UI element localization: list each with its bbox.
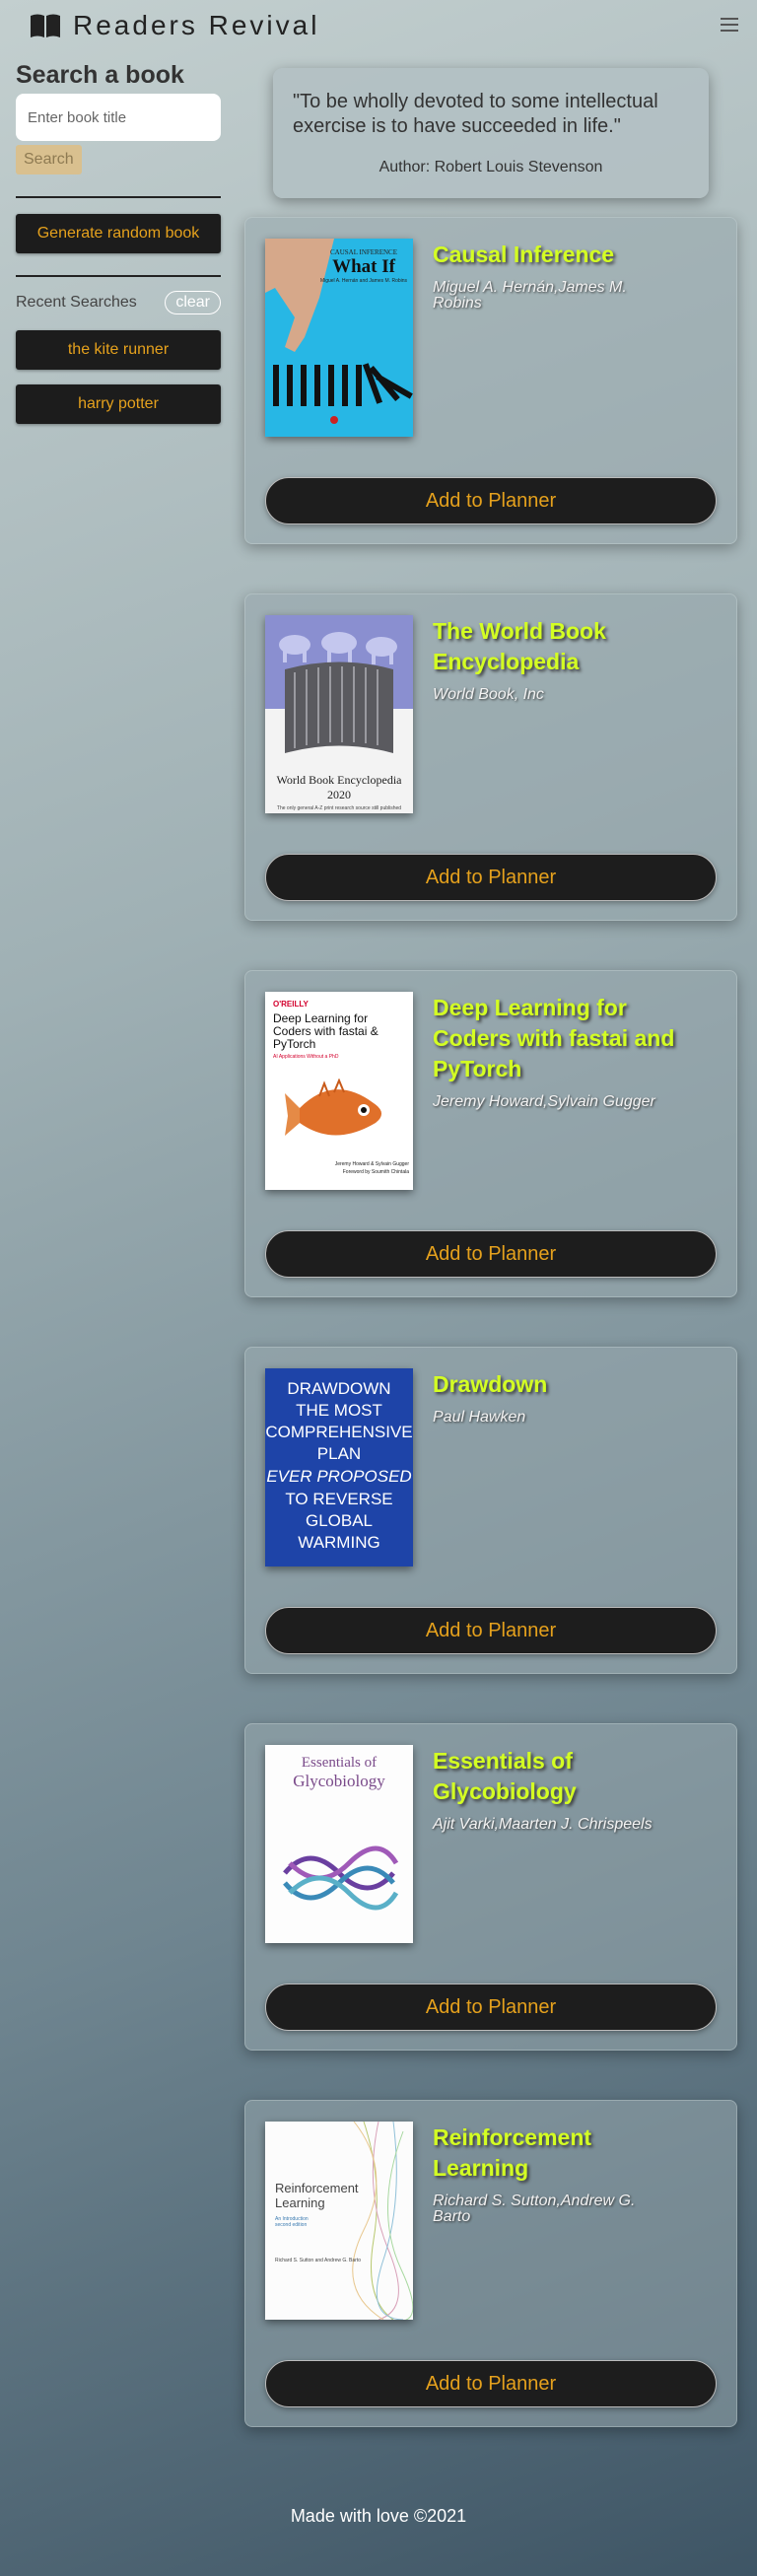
book-authors: Jeremy Howard,Sylvain Gugger (433, 1093, 655, 1110)
open-book-icon[interactable] (30, 13, 61, 38)
book-cover[interactable]: Reinforcement Learning An Introduction s… (265, 2122, 413, 2320)
cover-line: Reinforcement (275, 2181, 359, 2195)
quote-card: "To be wholly devoted to some intellectu… (273, 68, 709, 198)
divider (16, 275, 221, 277)
book-title[interactable]: Essentials of Glycobiology (433, 1746, 679, 1807)
book-authors: Ajit Varki,Maarten J. Chrispeels (433, 1816, 653, 1833)
book-title[interactable]: Causal Inference (433, 240, 679, 270)
cover-line: second edition (275, 2222, 308, 2228)
book-cover[interactable]: CAUSAL INFERENCE What If Miguel A. Herná… (265, 239, 413, 437)
book-authors: Miguel A. Hernán,James M. Robins (433, 279, 627, 312)
book-authors: World Book, Inc (433, 686, 544, 703)
book-title[interactable]: Deep Learning for Coders with fastai and… (433, 993, 679, 1084)
cover-line: Learning (275, 2195, 325, 2210)
search-input[interactable] (16, 94, 221, 141)
cover-line: CAUSAL INFERENCE (330, 248, 397, 256)
hamburger-menu-icon[interactable] (721, 18, 738, 32)
cover-line: GLOBAL WARMING (298, 1511, 380, 1552)
book-card: World Book Encyclopedia 2020 The only ge… (244, 593, 737, 921)
book-cover[interactable]: DRAWDOWN THE MOST COMPREHENSIVE PLAN EVE… (265, 1368, 413, 1566)
cover-line: Richard S. Sutton and Andrew G. Barto (275, 2258, 361, 2263)
cover-line: EVER PROPOSED (266, 1467, 412, 1486)
cover-line: Jeremy Howard & Sylvain Gugger (334, 1161, 409, 1167)
cover-line: O'REILLY (273, 1000, 309, 1009)
cover-line: PLAN (316, 1444, 362, 1463)
cover-line: What If (332, 256, 395, 277)
quote-author: Author: Robert Louis Stevenson (378, 159, 603, 175)
book-title[interactable]: Reinforcement Learning (433, 2123, 679, 2184)
cover-line: AI Applications Without a PhD (273, 1054, 339, 1060)
recent-search-item[interactable]: harry potter (16, 384, 221, 424)
book-card: Reinforcement Learning An Introduction s… (244, 2100, 737, 2427)
brand-name[interactable]: Readers Revival (73, 10, 319, 41)
book-authors: Paul Hawken (433, 1409, 526, 1426)
book-title[interactable]: The World Book Encyclopedia (433, 616, 679, 677)
cover-line: Essentials of (301, 1755, 378, 1771)
generate-random-book-button[interactable]: Generate random book (16, 214, 221, 253)
book-cover[interactable]: Essentials of Glycobiology (265, 1745, 413, 1943)
cover-line: World Book Encyclopedia 2020 (276, 773, 402, 801)
cover-line: Miguel A. Hernán and James M. Robins (319, 278, 408, 284)
cover-line: TO REVERSE (285, 1490, 393, 1508)
recent-searches-title: Recent Searches (16, 294, 137, 311)
cover-line: Deep Learning for Coders with fastai & P… (273, 1011, 378, 1051)
add-to-planner-button[interactable]: Add to Planner (265, 1230, 717, 1278)
recent-searches-header: Recent Searches clear (16, 291, 221, 314)
cover-line: THE MOST (296, 1401, 382, 1420)
quote-text: "To be wholly devoted to some intellectu… (293, 91, 658, 137)
add-to-planner-button[interactable]: Add to Planner (265, 854, 717, 901)
cover-line: COMPREHENSIVE (265, 1423, 413, 1441)
book-card: Essentials of Glycobiology Essentials of… (244, 1723, 737, 2051)
book-authors: Richard S. Sutton,Andrew G. Barto (433, 2193, 636, 2225)
cover-line: Glycobiology (293, 1772, 385, 1790)
add-to-planner-button[interactable]: Add to Planner (265, 2360, 717, 2407)
clear-recent-button[interactable]: clear (165, 291, 221, 314)
search-button[interactable]: Search (16, 145, 82, 174)
cover-line: DRAWDOWN (287, 1379, 391, 1398)
cover-line: Foreword by Soumith Chintala (342, 1169, 409, 1175)
book-card: CAUSAL INFERENCE What If Miguel A. Herná… (244, 217, 737, 544)
header: Readers Revival (0, 0, 757, 53)
add-to-planner-button[interactable]: Add to Planner (265, 477, 717, 524)
add-to-planner-button[interactable]: Add to Planner (265, 1607, 717, 1654)
sidebar: Search a book Search Generate random boo… (16, 61, 221, 424)
divider (16, 196, 221, 198)
search-title: Search a book (16, 61, 184, 89)
book-title[interactable]: Drawdown (433, 1369, 679, 1400)
book-card: DRAWDOWN THE MOST COMPREHENSIVE PLAN EVE… (244, 1347, 737, 1674)
add-to-planner-button[interactable]: Add to Planner (265, 1984, 717, 2031)
book-cover[interactable]: World Book Encyclopedia 2020 The only ge… (265, 615, 413, 813)
footer-text: Made with love ©2021 (290, 2506, 467, 2526)
cover-line: The only general A-Z print research sour… (276, 805, 402, 811)
recent-search-item[interactable]: the kite runner (16, 330, 221, 370)
book-card: O'REILLY Deep Learning for Coders with f… (244, 970, 737, 1297)
book-cover[interactable]: O'REILLY Deep Learning for Coders with f… (265, 992, 413, 1190)
